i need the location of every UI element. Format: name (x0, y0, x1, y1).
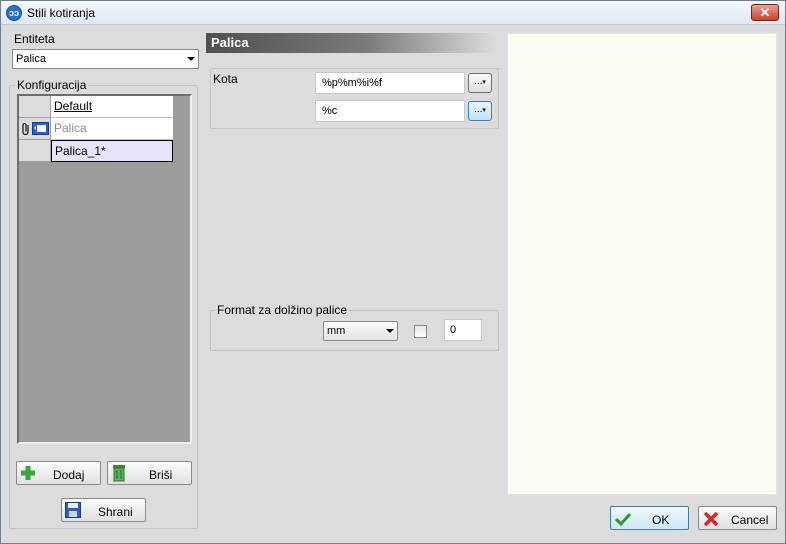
paperclip-icon (22, 122, 29, 136)
unit-select-value: mm (327, 325, 346, 337)
dialog-window: ɔɔ Stili kotiranja ✕ Entiteta Palica Kon… (0, 0, 786, 544)
close-button[interactable]: ✕ (751, 4, 779, 21)
app-icon: ɔɔ (6, 5, 22, 21)
chevron-down-icon (187, 57, 195, 61)
chevron-down-icon: ▾ (482, 79, 486, 86)
panel-header: Palica (206, 33, 496, 53)
entity-select[interactable]: Palica (12, 49, 199, 69)
unit-select[interactable]: mm (323, 321, 398, 341)
plus-icon (21, 466, 35, 480)
trash-icon (113, 465, 125, 482)
add-button-label: Dodaj (53, 468, 85, 482)
ok-button-label: OK (652, 513, 670, 527)
entity-label: Entiteta (14, 32, 55, 46)
delete-button[interactable]: Briši (107, 461, 192, 485)
save-button-label: Shrani (98, 505, 133, 519)
close-icon: ✕ (759, 5, 771, 20)
row-header[interactable] (19, 140, 51, 162)
format-checkbox[interactable] (414, 325, 427, 338)
preview-area (507, 33, 777, 495)
edit-record-icon (32, 122, 49, 135)
kota-format-browse-button[interactable]: ...▾ (468, 73, 492, 93)
window-title: Stili kotiranja (27, 6, 96, 20)
ok-button[interactable]: OK (610, 506, 689, 530)
add-button[interactable]: Dodaj (16, 461, 101, 485)
cancel-button[interactable]: Cancel (698, 506, 777, 530)
kota-format-field[interactable]: %p%m%i%f (315, 72, 465, 94)
config-row-default[interactable]: Default (51, 96, 173, 118)
checkmark-icon (615, 512, 631, 527)
entity-select-value: Palica (16, 53, 46, 65)
decimal-places-field[interactable]: 0 (444, 319, 482, 341)
delete-button-label: Briši (149, 468, 173, 482)
floppy-disk-icon (65, 502, 81, 518)
cancel-button-label: Cancel (731, 513, 769, 527)
save-button[interactable]: Shrani (61, 498, 146, 522)
row-header-active[interactable] (19, 118, 51, 140)
kota-secondary-field[interactable]: %c (315, 100, 465, 122)
kota-secondary-browse-button[interactable]: ...▾ (468, 101, 492, 121)
config-grid[interactable]: Default Palica Palica_1* (17, 94, 192, 444)
config-row-palica-1[interactable]: Palica_1* (51, 140, 173, 162)
row-header[interactable] (19, 96, 51, 118)
kota-label: Kota (213, 72, 238, 86)
chevron-down-icon: ▾ (482, 107, 486, 114)
config-row-palica[interactable]: Palica (51, 118, 173, 140)
format-group-title: Format za dolžino palice (215, 303, 350, 317)
chevron-down-icon (386, 329, 394, 333)
title-bar[interactable]: ɔɔ Stili kotiranja ✕ (1, 1, 785, 25)
x-icon (703, 511, 719, 527)
config-group-title: Konfiguracija (15, 78, 89, 92)
